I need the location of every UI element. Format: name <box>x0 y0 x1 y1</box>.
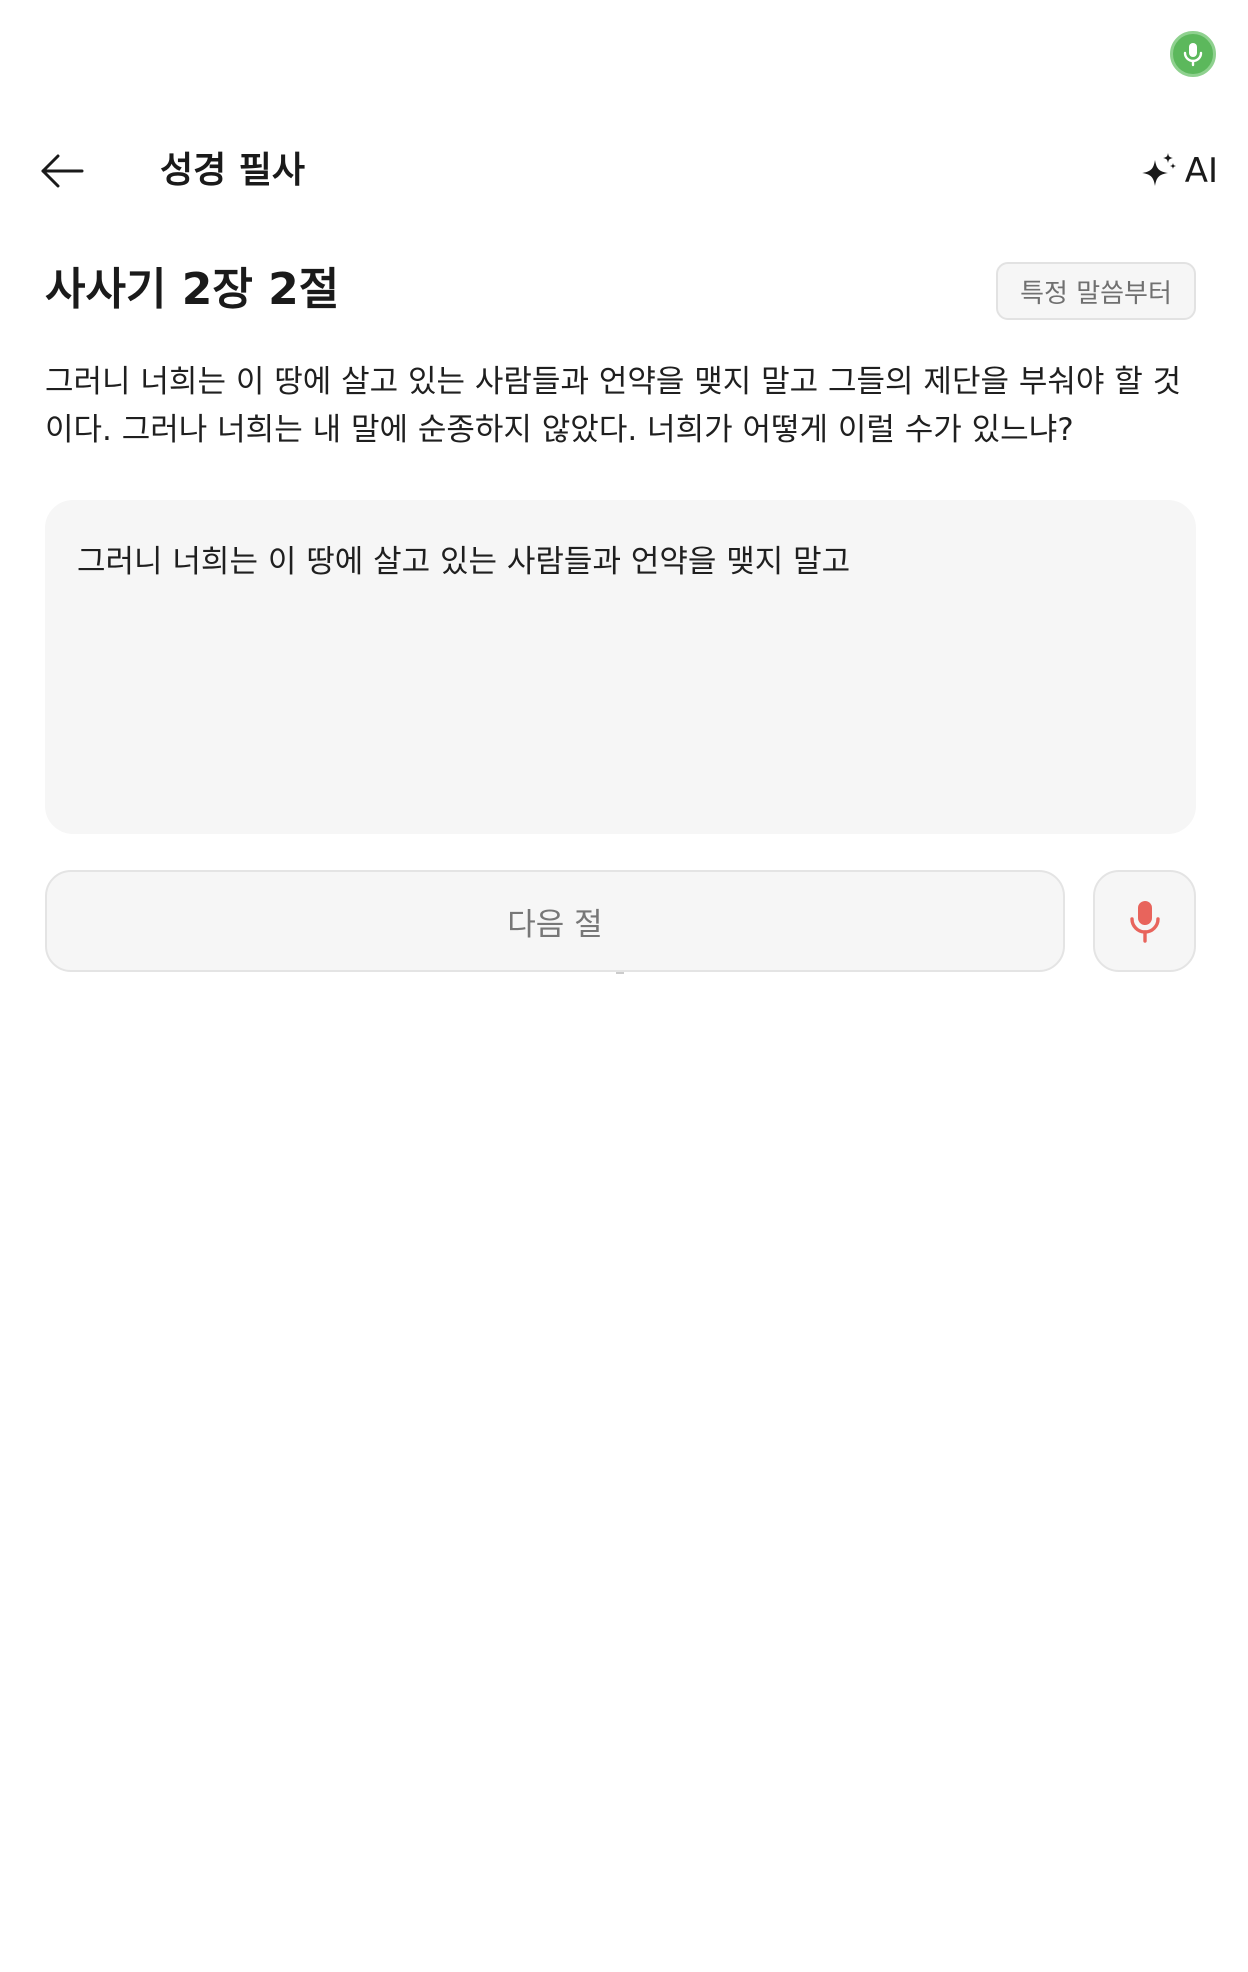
divider <box>616 972 624 974</box>
microphone-icon <box>1181 41 1205 67</box>
mic-button[interactable] <box>1093 870 1196 972</box>
sparkle-icon <box>1141 152 1177 190</box>
start-from-verse-button[interactable]: 특정 말씀부터 <box>996 262 1196 320</box>
voice-status-indicator <box>1170 31 1216 77</box>
verse-text: 그러니 너희는 이 땅에 살고 있는 사람들과 언약을 맺지 말고 그들의 제단… <box>45 364 1182 448</box>
app-header: 성경 필사 AI <box>0 135 1248 207</box>
arrow-left-icon <box>40 154 84 188</box>
back-button[interactable] <box>38 147 86 195</box>
page-title: 성경 필사 <box>160 150 306 191</box>
next-verse-button[interactable]: 다음 절 <box>45 870 1065 972</box>
verse-heading: 사사기 2장 2절 <box>45 264 340 315</box>
ai-button[interactable]: AI <box>1141 147 1218 195</box>
ai-label: AI <box>1184 151 1218 191</box>
microphone-icon <box>1128 899 1162 943</box>
transcription-input[interactable]: 그러니 너희는 이 땅에 살고 있는 사람들과 언약을 맺지 말고 <box>45 500 1196 834</box>
